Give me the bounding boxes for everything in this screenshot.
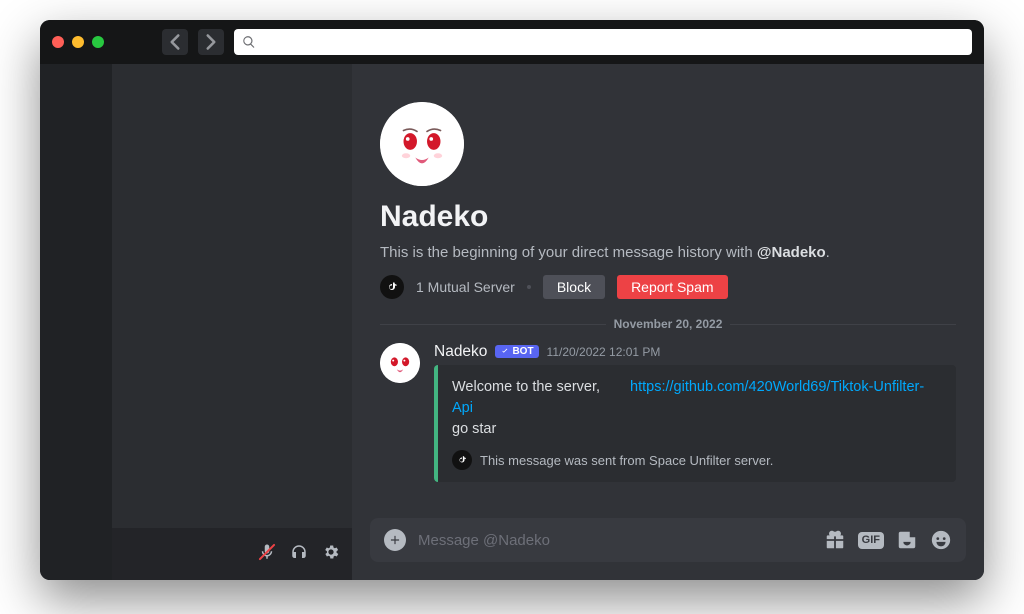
composer-actions: GIF bbox=[824, 529, 952, 551]
emoji-icon bbox=[930, 529, 952, 551]
close-window-button[interactable] bbox=[52, 36, 64, 48]
search-input[interactable] bbox=[262, 35, 964, 50]
block-button[interactable]: Block bbox=[543, 275, 605, 299]
message-author[interactable]: Nadeko bbox=[434, 343, 487, 361]
sticker-icon bbox=[896, 529, 918, 551]
separator-dot bbox=[527, 285, 531, 289]
mutual-server-icon[interactable] bbox=[380, 275, 404, 299]
headphones-icon bbox=[290, 543, 308, 561]
embed-footer: This message was sent from Space Unfilte… bbox=[452, 450, 942, 470]
verified-check-icon bbox=[500, 346, 510, 356]
mute-mic-button[interactable] bbox=[258, 543, 276, 566]
dm-sidebar bbox=[112, 64, 352, 580]
avatar-image bbox=[380, 102, 464, 186]
app-body: Nadeko This is the beginning of your dir… bbox=[40, 64, 984, 580]
message: Nadeko BOT 11/20/2022 12:01 PM Welcome t… bbox=[380, 343, 956, 482]
fullscreen-window-button[interactable] bbox=[92, 36, 104, 48]
mutual-server-count[interactable]: 1 Mutual Server bbox=[416, 279, 515, 295]
search-icon bbox=[242, 35, 256, 49]
gift-icon bbox=[824, 529, 846, 551]
attach-button[interactable] bbox=[384, 529, 406, 551]
titlebar bbox=[40, 20, 984, 64]
guild-rail bbox=[40, 64, 112, 580]
tiktok-icon bbox=[386, 281, 398, 293]
composer-input[interactable] bbox=[418, 532, 812, 549]
plus-icon bbox=[388, 533, 402, 547]
tiktok-icon bbox=[457, 455, 467, 465]
emoji-button[interactable] bbox=[930, 529, 952, 551]
message-scroller[interactable]: Nadeko This is the beginning of your dir… bbox=[352, 64, 984, 518]
microphone-icon bbox=[258, 543, 276, 561]
dm-intro-text: This is the beginning of your direct mes… bbox=[380, 244, 956, 261]
gift-button[interactable] bbox=[824, 529, 846, 551]
bot-tag: BOT bbox=[495, 345, 538, 358]
message-avatar[interactable] bbox=[380, 343, 420, 383]
deafen-button[interactable] bbox=[290, 543, 308, 566]
message-embed: Welcome to the server,https://github.com… bbox=[434, 365, 956, 482]
profile-avatar[interactable] bbox=[380, 102, 464, 186]
avatar-image bbox=[380, 343, 420, 383]
minimize-window-button[interactable] bbox=[72, 36, 84, 48]
embed-description: Welcome to the server,https://github.com… bbox=[452, 377, 942, 440]
message-timestamp: 11/20/2022 12:01 PM bbox=[547, 345, 661, 359]
gif-button[interactable]: GIF bbox=[858, 532, 884, 549]
report-spam-button[interactable]: Report Spam bbox=[617, 275, 727, 299]
chat-area: Nadeko This is the beginning of your dir… bbox=[352, 64, 984, 580]
gear-icon bbox=[322, 543, 340, 561]
profile-username: Nadeko bbox=[380, 200, 956, 234]
quick-switcher[interactable] bbox=[234, 29, 972, 55]
sticker-button[interactable] bbox=[896, 529, 918, 551]
profile-actions-row: 1 Mutual Server Block Report Spam bbox=[380, 275, 956, 299]
app-window: Nadeko This is the beginning of your dir… bbox=[40, 20, 984, 580]
window-controls bbox=[52, 36, 104, 48]
forward-button[interactable] bbox=[198, 29, 224, 55]
date-divider-label: November 20, 2022 bbox=[614, 317, 723, 331]
back-button[interactable] bbox=[162, 29, 188, 55]
embed-footer-icon bbox=[452, 450, 472, 470]
message-header: Nadeko BOT 11/20/2022 12:01 PM bbox=[434, 343, 956, 361]
user-settings-button[interactable] bbox=[322, 543, 340, 566]
gif-icon: GIF bbox=[858, 532, 884, 549]
date-divider: November 20, 2022 bbox=[380, 317, 956, 331]
user-panel bbox=[112, 528, 352, 580]
message-composer[interactable]: GIF bbox=[370, 518, 966, 562]
embed-footer-text: This message was sent from Space Unfilte… bbox=[480, 453, 773, 468]
